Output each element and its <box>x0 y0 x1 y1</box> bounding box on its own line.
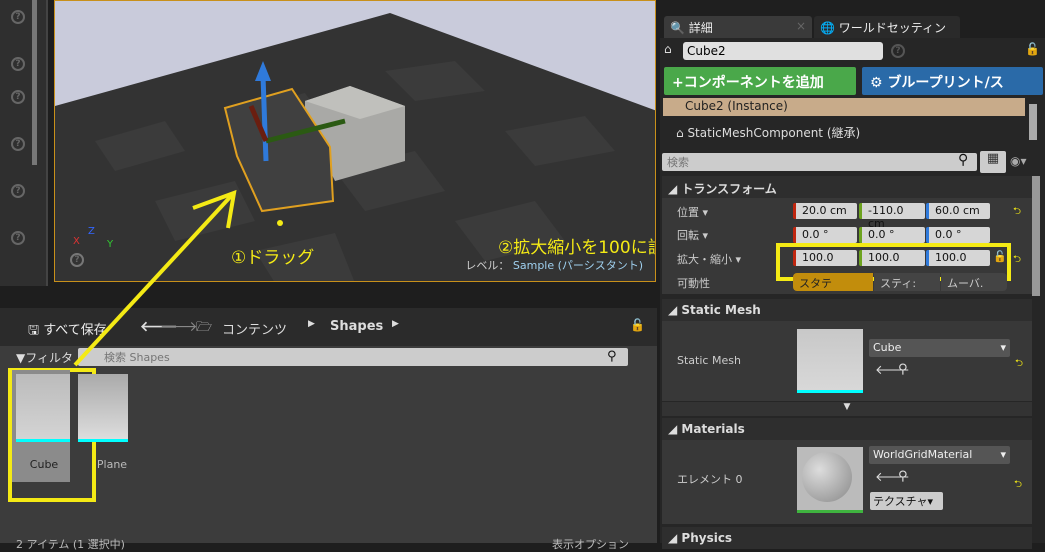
scale-label[interactable]: 拡大・縮小 ▾ <box>677 251 741 267</box>
static-mesh-combo[interactable]: Cube ▾ <box>869 339 1010 357</box>
add-component-button[interactable]: +コンポーネントを追加 <box>664 67 856 95</box>
location-x[interactable]: 20.0 cm <box>793 203 857 219</box>
help-icon[interactable]: ? <box>891 44 905 58</box>
search-icon: ⚲ <box>607 349 617 364</box>
help-icon[interactable]: ? <box>11 57 25 71</box>
static-mesh-label: Static Mesh <box>677 354 741 367</box>
filter-label: フィルタ <box>25 351 73 365</box>
section-physics[interactable]: ◢ Physics <box>662 527 1032 549</box>
search-icon: ⚲ <box>958 152 969 168</box>
static-mesh-thumbnail[interactable] <box>797 329 863 393</box>
mobility-movable[interactable]: ムーバ. <box>941 273 1007 291</box>
view-options-icon[interactable]: ▦ <box>980 151 1006 173</box>
asset-tile-cube[interactable]: Cube <box>12 370 70 482</box>
help-icon[interactable]: ? <box>11 137 25 151</box>
axis-z: Z <box>88 226 95 237</box>
browse-search-icon[interactable]: ⚲ <box>898 469 908 484</box>
breadcrumb-sep: ▶ <box>308 319 315 329</box>
axis-y: Y <box>106 239 114 250</box>
section-static-mesh[interactable]: ◢ Static Mesh <box>662 299 1032 321</box>
content-browser-toolbar: 🖫 すべて保存 🡐 🡒 🗁 コンテンツ ▶ Shapes ▶ 🔓 <box>0 308 657 346</box>
reset-icon[interactable]: ⮌ <box>1014 477 1022 494</box>
material-combo[interactable]: WorldGridMaterial ▾ <box>869 446 1010 464</box>
help-icon[interactable]: ? <box>11 184 25 198</box>
breadcrumb-shapes[interactable]: Shapes <box>330 319 383 334</box>
section-title: Static Mesh <box>681 303 761 317</box>
axis-x: X <box>73 236 80 247</box>
left-panel: ? ? ? ? ? ? <box>0 0 48 286</box>
actor-icon: ⌂ <box>664 42 672 56</box>
section-transform[interactable]: ◢ トランスフォーム <box>662 176 1032 198</box>
element-0-label: エレメント 0 <box>677 473 743 486</box>
location-y[interactable]: -110.0 cm <box>859 203 925 230</box>
scrollbar[interactable] <box>32 0 37 165</box>
reset-icon[interactable]: ⮌ <box>1013 204 1021 221</box>
visibility-eye-icon[interactable]: ◉▾ <box>1010 154 1027 168</box>
actor-name-input[interactable] <box>683 42 883 60</box>
location-z[interactable]: 60.0 cm <box>926 203 990 219</box>
lock-icon[interactable]: 🔓 <box>630 318 645 332</box>
status-text: 2 アイテム (1 選択中) <box>16 538 125 551</box>
mobility-stationary[interactable]: スティ: <box>874 273 940 291</box>
tab-label: 詳細 <box>688 21 713 35</box>
level-viewport[interactable]: X Z Y ? ①ドラッグ ②拡大縮小を100に設定 レベル： Sample (… <box>54 0 656 282</box>
details-search-input[interactable] <box>662 153 977 171</box>
forward-button[interactable]: 🡒 <box>160 318 198 335</box>
annotation-scale: ②拡大縮小を100に設定 <box>498 238 655 258</box>
asset-search-input[interactable] <box>78 348 628 366</box>
texture-dropdown-button[interactable]: テクスチャ▾ <box>870 492 943 510</box>
material-thumbnail[interactable] <box>797 447 863 513</box>
save-all-button[interactable]: 🖫 すべて保存 <box>28 319 107 343</box>
asset-name[interactable]: Plane <box>78 458 146 471</box>
blueprint-label: ブループリント/ス <box>887 75 1004 91</box>
level-indicator: レベル： Sample (パーシスタント) <box>465 257 643 273</box>
tab-label: ワールドセッティン <box>838 21 947 35</box>
combo-value: Cube <box>873 341 902 354</box>
component-label: StaticMeshComponent (継承) <box>687 126 861 140</box>
help-icon[interactable]: ? <box>11 231 25 245</box>
reset-icon[interactable]: ⮌ <box>1015 356 1023 373</box>
help-icon[interactable]: ? <box>11 90 25 104</box>
rotation-z[interactable]: 0.0 ° <box>926 227 990 243</box>
rotation-label[interactable]: 回転 ▾ <box>677 227 708 243</box>
tab-world-settings[interactable]: 🌐 ワールドセッティン <box>814 16 960 38</box>
blueprint-button[interactable]: ⚙ ブループリント/ス <box>862 67 1043 95</box>
component-root[interactable]: Cube2 (Instance) <box>663 98 1025 116</box>
level-label: レベル： <box>465 259 510 272</box>
scrollbar[interactable] <box>1032 176 1040 296</box>
location-label[interactable]: 位置 ▾ <box>677 204 708 220</box>
rotation-x[interactable]: 0.0 ° <box>793 227 857 243</box>
filter-button[interactable]: ▼フィルタ <box>16 349 73 366</box>
lock-icon[interactable]: 🔓 <box>1025 42 1040 56</box>
section-title: トランスフォーム <box>681 182 777 196</box>
gizmo-z <box>260 75 269 162</box>
section-materials[interactable]: ◢ Materials <box>662 418 1032 440</box>
tab-details[interactable]: 🔍 詳細 × <box>664 16 812 38</box>
annotation-drag: ①ドラッグ <box>231 248 315 268</box>
expand-advanced-button[interactable]: ▼ <box>662 402 1032 416</box>
combo-value: WorldGridMaterial <box>873 448 973 461</box>
save-all-label: すべて保存 <box>43 323 107 338</box>
asset-thumbnail <box>16 374 70 442</box>
asset-tile-plane[interactable] <box>78 374 128 442</box>
folder-icon: 🗁 <box>196 320 213 335</box>
mobility-static[interactable]: スタテ <box>793 273 873 291</box>
asset-name: Cube <box>29 458 59 471</box>
component-item[interactable]: ⌂ StaticMeshComponent (継承) <box>676 124 860 141</box>
help-icon[interactable]: ? <box>11 10 25 24</box>
level-value: Sample (パーシスタント) <box>512 259 643 272</box>
view-options-button[interactable]: 表示オプション <box>552 536 629 552</box>
breadcrumb-sep: ▶ <box>392 319 399 329</box>
reset-icon[interactable]: ⮌ <box>1013 252 1021 269</box>
section-title: Materials <box>681 422 745 436</box>
breadcrumb-content[interactable]: コンテンツ <box>222 319 287 338</box>
rotation-y[interactable]: 0.0 ° <box>859 227 925 243</box>
help-icon[interactable]: ? <box>70 253 84 267</box>
mobility-label: 可動性 <box>677 277 710 290</box>
browse-search-icon[interactable]: ⚲ <box>898 362 908 377</box>
scrollbar[interactable] <box>1029 104 1037 140</box>
